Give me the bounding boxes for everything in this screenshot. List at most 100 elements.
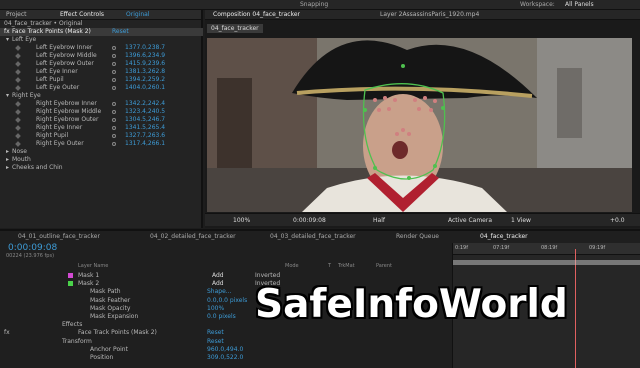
property-value[interactable]: 1394.2,259.2 [125, 76, 165, 84]
disclosure-triangle-icon[interactable]: ▸ [6, 156, 9, 164]
property-value[interactable]: 1323.4,240.5 [125, 108, 165, 116]
views-select[interactable]: 1 View [511, 217, 531, 224]
property-value[interactable]: 1377.0,238.7 [125, 44, 165, 52]
property-label: Left Eyebrow Outer [36, 60, 94, 67]
stopwatch-icon[interactable] [112, 70, 116, 74]
camera-select[interactable]: Active Camera [448, 217, 492, 224]
property-row[interactable]: Left Eyebrow Inner 1377.0,238.7 [0, 44, 203, 52]
disclosure-triangle-icon[interactable]: ▸ [6, 148, 9, 156]
stopwatch-icon[interactable] [112, 78, 116, 82]
keyframe-icon[interactable] [15, 109, 21, 115]
tab-original[interactable]: Original [126, 11, 149, 18]
resolution-select[interactable]: Half [373, 217, 385, 224]
property-value[interactable]: 1317.4,266.1 [125, 140, 165, 148]
group-collapsed[interactable]: ▸ Mouth [0, 156, 203, 164]
group-left-eye[interactable]: ▾ Left Eye [0, 36, 203, 44]
stopwatch-icon[interactable] [112, 110, 116, 114]
property-value[interactable]: 1341.5,265.4 [125, 124, 165, 132]
stopwatch-icon[interactable] [112, 118, 116, 122]
property-row[interactable]: Right Eyebrow Inner 1342.2,242.4 [0, 100, 203, 108]
tab-layer[interactable]: Layer 2AssassinsParis_1920.mp4 [380, 11, 479, 18]
property-label: Left Eyebrow Middle [36, 52, 97, 59]
property-row[interactable]: Right Eyebrow Outer 1304.5,246.7 [0, 116, 203, 124]
stopwatch-icon[interactable] [112, 46, 116, 50]
layer-bar[interactable] [453, 260, 640, 265]
row-value[interactable]: 309.0,522.0 [207, 353, 243, 362]
disclosure-triangle-icon[interactable]: ▸ [6, 164, 9, 172]
effect-name: Face Track Points (Mask 2) [12, 28, 91, 35]
tab-face-tracker[interactable]: 04_face_tracker [480, 233, 528, 240]
tab-project[interactable]: Project [6, 11, 27, 18]
row-label: Position [90, 354, 114, 361]
property-row[interactable]: Left Pupil 1394.2,259.2 [0, 76, 203, 84]
group-right-eye[interactable]: ▾ Right Eye [0, 92, 203, 100]
disclosure-triangle-icon[interactable]: ▾ [6, 36, 9, 44]
exposure-value[interactable]: +0.0 [610, 217, 625, 224]
keyframe-icon[interactable] [15, 77, 21, 83]
property-row[interactable]: Left Eye Outer 1404.0,260.1 [0, 84, 203, 92]
disclosure-triangle-icon[interactable]: ▾ [6, 92, 9, 100]
property-row[interactable]: Left Eyebrow Outer 1415.9,239.6 [0, 60, 203, 68]
property-row[interactable]: Right Pupil 1327.7,263.6 [0, 132, 203, 140]
keyframe-icon[interactable] [15, 101, 21, 107]
tab-timeline-3[interactable]: 04_03_detailed_face_tracker [270, 233, 356, 240]
stopwatch-icon[interactable] [112, 134, 116, 138]
property-value[interactable]: 1396.6,234.9 [125, 52, 165, 60]
playhead[interactable] [575, 249, 576, 368]
stopwatch-icon[interactable] [112, 54, 116, 58]
tab-render-queue[interactable]: Render Queue [396, 233, 439, 240]
mask-color-swatch[interactable] [68, 273, 73, 278]
reset-button[interactable]: Reset [112, 28, 129, 36]
stopwatch-icon[interactable] [112, 102, 116, 106]
zoom-select[interactable]: 100% [233, 217, 250, 224]
stopwatch-icon[interactable] [112, 142, 116, 146]
tab-effect-controls[interactable]: Effect Controls [60, 11, 104, 18]
keyframe-icon[interactable] [15, 141, 21, 147]
keyframe-icon[interactable] [15, 61, 21, 67]
current-time[interactable]: 0:00:09:08 [293, 217, 326, 224]
workspace-label: Workspace: [520, 1, 555, 8]
header-layer-name: Layer Name [78, 263, 109, 269]
group-collapsed[interactable]: ▸ Cheeks and Chin [0, 164, 203, 172]
property-row[interactable]: Left Eyebrow Middle 1396.6,234.9 [0, 52, 203, 60]
snapping-label[interactable]: Snapping [300, 1, 328, 8]
timeline-timecode[interactable]: 0:00:09:08 [8, 243, 57, 253]
stopwatch-icon[interactable] [112, 86, 116, 90]
property-value[interactable]: 1342.2,242.4 [125, 100, 165, 108]
ruler-tick: 0:19f [455, 245, 468, 251]
property-value[interactable]: 1381.3,262.8 [125, 68, 165, 76]
keyframe-icon[interactable] [15, 85, 21, 91]
keyframe-icon[interactable] [15, 69, 21, 75]
workspace-select[interactable]: All Panels [565, 1, 594, 8]
mask-color-swatch[interactable] [68, 281, 73, 287]
time-ruler[interactable]: 0:19f 07:19f 08:19f 09:19f [453, 243, 640, 255]
property-value[interactable]: 1304.5,246.7 [125, 116, 165, 124]
property-row[interactable]: Right Eyebrow Middle 1323.4,240.5 [0, 108, 203, 116]
property-value[interactable]: 1415.9,239.6 [125, 60, 165, 68]
header-mode: Mode [285, 263, 299, 269]
tab-timeline-1[interactable]: 04_01_outline_face_tracker [18, 233, 100, 240]
keyframe-icon[interactable] [15, 125, 21, 131]
breadcrumb: 04_face_tracker • Original [4, 20, 83, 27]
property-value[interactable]: 1327.7,263.6 [125, 132, 165, 140]
keyframe-icon[interactable] [15, 117, 21, 123]
comp-tabs: Composition 04_face_tracker Layer 2Assas… [205, 10, 640, 20]
composition-viewer[interactable] [207, 38, 632, 212]
property-row[interactable]: Left Eye Inner 1381.3,262.8 [0, 68, 203, 76]
keyframe-icon[interactable] [15, 133, 21, 139]
property-value[interactable]: 1404.0,260.1 [125, 84, 165, 92]
property-row[interactable]: Right Eye Inner 1341.5,265.4 [0, 124, 203, 132]
stopwatch-icon[interactable] [112, 126, 116, 130]
group-collapsed[interactable]: ▸ Nose [0, 148, 203, 156]
tab-composition[interactable]: Composition 04_face_tracker [213, 11, 300, 18]
property-label: Left Pupil [36, 76, 64, 83]
tab-timeline-2[interactable]: 04_02_detailed_face_tracker [150, 233, 236, 240]
stopwatch-icon[interactable] [112, 62, 116, 66]
timeline-row[interactable]: Position 309.0,522.0 [0, 353, 450, 362]
property-row[interactable]: Right Eye Outer 1317.4,266.1 [0, 140, 203, 148]
effect-header-row[interactable]: fx Face Track Points (Mask 2) Reset [0, 28, 203, 36]
keyframe-icon[interactable] [15, 45, 21, 51]
keyframe-icon[interactable] [15, 53, 21, 59]
group-label: Cheeks and Chin [12, 164, 63, 171]
comp-subtab[interactable]: 04_face_tracker [207, 24, 263, 33]
